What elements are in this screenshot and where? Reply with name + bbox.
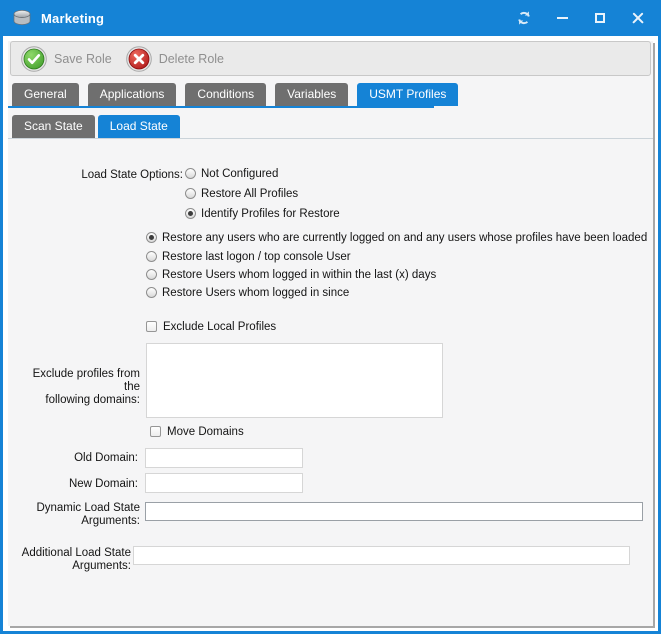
tab-usmt-profiles[interactable]: USMT Profiles [357,83,458,106]
radio-restore-logged-on-users[interactable]: Restore any users who are currently logg… [146,231,653,246]
minimize-icon[interactable] [551,7,573,29]
secondary-tab-underline [8,138,653,139]
delete-role-button[interactable]: Delete Role [126,46,224,72]
tab-scan-state[interactable]: Scan State [12,115,95,138]
dynamic-args-input[interactable] [145,502,643,521]
window: Marketing [0,0,661,634]
delete-role-label: Delete Role [159,52,224,66]
radio-icon [146,269,157,280]
tab-general[interactable]: General [12,83,79,106]
exclude-domains-textarea[interactable] [146,343,443,418]
primary-tabs: General Applications Conditions Variable… [12,83,458,106]
additional-args-input[interactable] [133,546,630,565]
window-frame: Save Role [3,36,658,631]
old-domain-label: Old Domain: [16,452,138,465]
radio-restore-last-x-days[interactable]: Restore Users whom logged in within the … [146,268,653,283]
checkbox-icon [146,321,157,332]
radio-restore-last-logon[interactable]: Restore last logon / top console User [146,250,653,265]
exclude-local-profiles-checkbox[interactable]: Exclude Local Profiles [146,321,276,334]
exclude-domains-label: Exclude profiles from the following doma… [16,368,140,407]
refresh-icon[interactable] [513,7,535,29]
app-icon [12,9,32,27]
new-domain-input[interactable] [145,473,303,493]
save-role-label: Save Role [54,52,112,66]
save-check-icon [21,46,47,72]
window-controls [513,7,649,29]
radio-icon [185,168,196,179]
client-area: Save Role [8,41,653,626]
dynamic-args-label: Dynamic Load State Arguments: [16,502,140,528]
radio-restore-since[interactable]: Restore Users whom logged in since [146,286,653,301]
titlebar: Marketing [0,0,661,36]
move-domains-checkbox[interactable]: Move Domains [150,426,244,439]
tab-conditions[interactable]: Conditions [185,83,266,106]
tab-variables[interactable]: Variables [275,83,348,106]
new-domain-label: New Domain: [16,478,138,491]
load-state-options-label: Load State Options: [20,169,183,182]
window-title: Marketing [41,11,104,26]
delete-x-icon [126,46,152,72]
radio-icon [185,208,196,219]
toolbar: Save Role [10,41,651,76]
secondary-tabs: Scan State Load State [12,115,180,138]
radio-not-configured[interactable]: Not Configured [185,167,340,182]
radio-identify-profiles[interactable]: Identify Profiles for Restore [185,207,340,222]
profile-restore-group: Restore any users who are currently logg… [146,231,653,306]
radio-icon [146,287,157,298]
close-icon[interactable] [627,7,649,29]
primary-tab-underline [8,106,434,108]
maximize-icon[interactable] [589,7,611,29]
old-domain-input[interactable] [145,448,303,468]
tab-load-state[interactable]: Load State [98,115,180,138]
tab-applications[interactable]: Applications [88,83,177,106]
radio-restore-all-profiles[interactable]: Restore All Profiles [185,187,340,202]
checkbox-icon [150,426,161,437]
radio-icon [146,232,157,243]
additional-args-label: Additional Load State Arguments: [8,547,131,573]
save-role-button[interactable]: Save Role [21,46,112,72]
radio-icon [185,188,196,199]
load-state-options-group: Not Configured Restore All Profiles Iden… [185,167,340,227]
radio-icon [146,251,157,262]
